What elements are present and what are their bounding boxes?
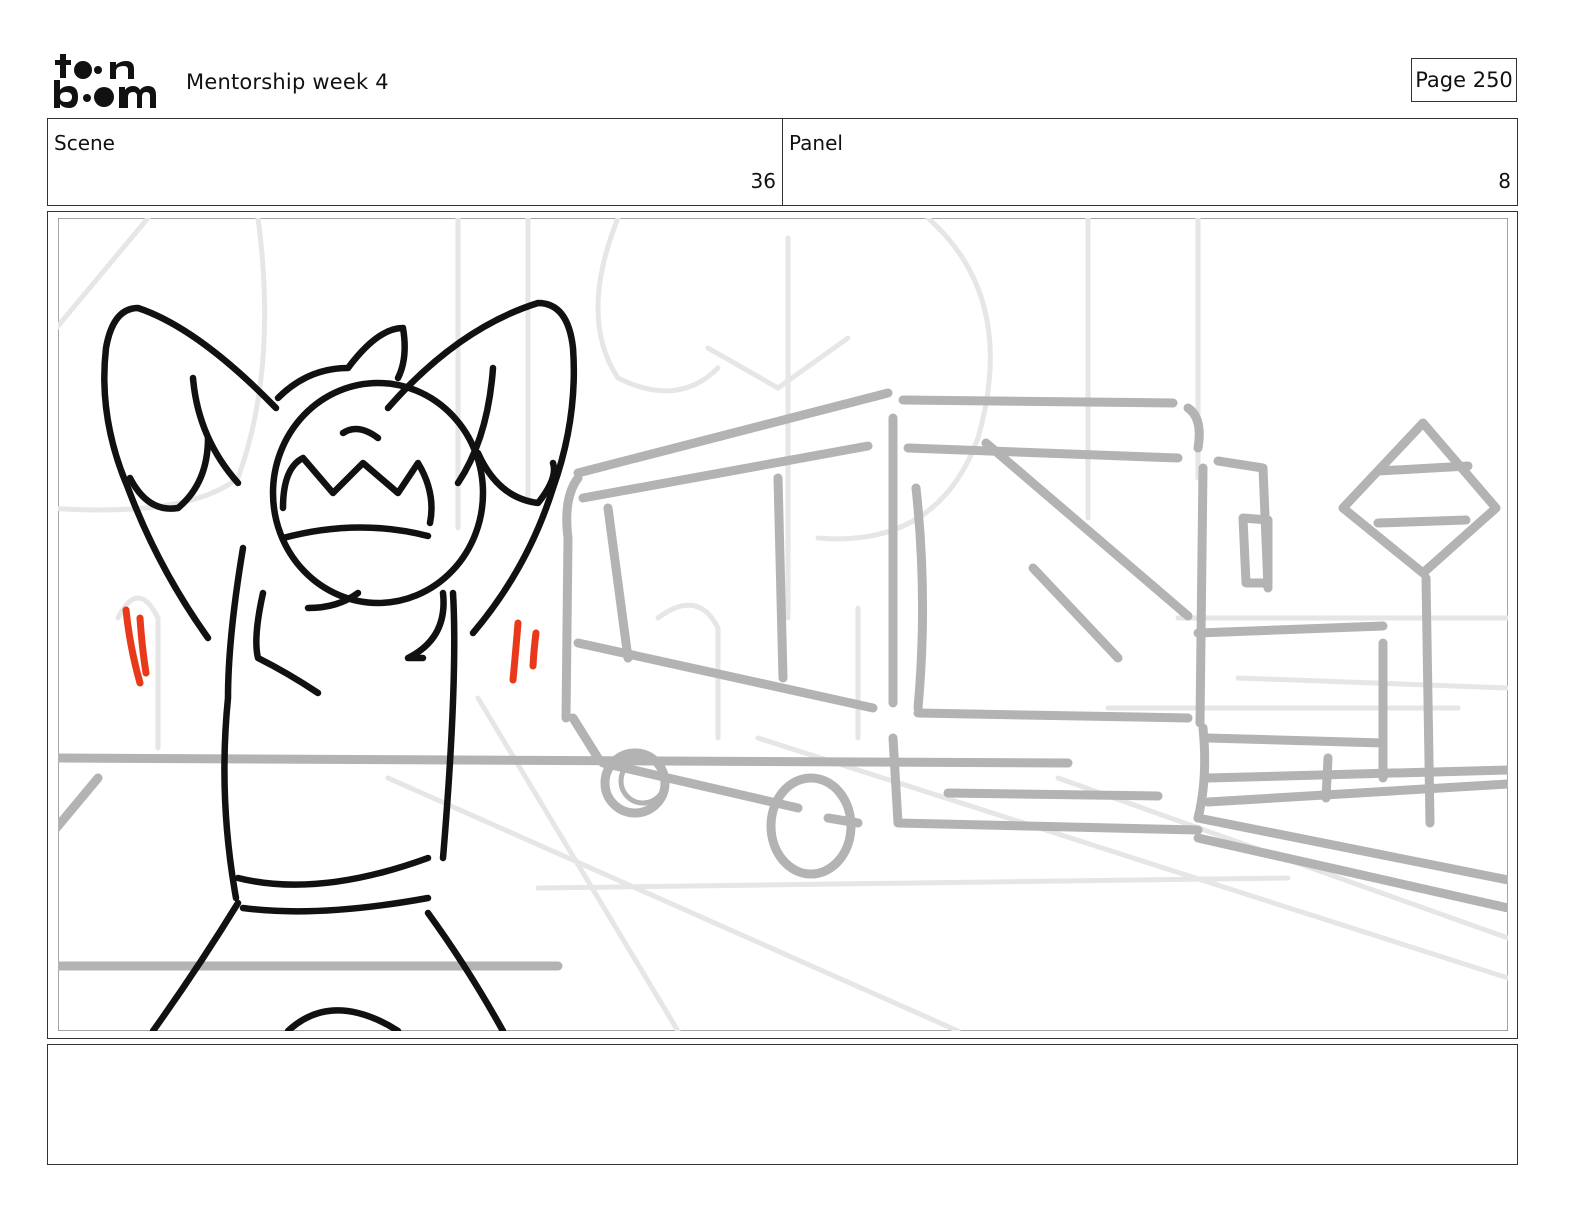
page-number: Page 250 [1411, 58, 1517, 102]
scene-label: Scene [54, 131, 115, 155]
scene-cell: Scene 36 [48, 119, 782, 205]
scene-number: 36 [750, 169, 776, 193]
storyboard-panel-image [58, 218, 1508, 1031]
toon-boom-logo [54, 54, 156, 108]
panel-cell: Panel 8 [782, 119, 1517, 205]
document-title: Mentorship week 4 [186, 70, 389, 94]
panel-number: 8 [1498, 169, 1511, 193]
panel-label: Panel [789, 131, 843, 155]
panel-caption-box [47, 1044, 1518, 1165]
scene-panel-info: Scene 36 Panel 8 [47, 118, 1518, 206]
